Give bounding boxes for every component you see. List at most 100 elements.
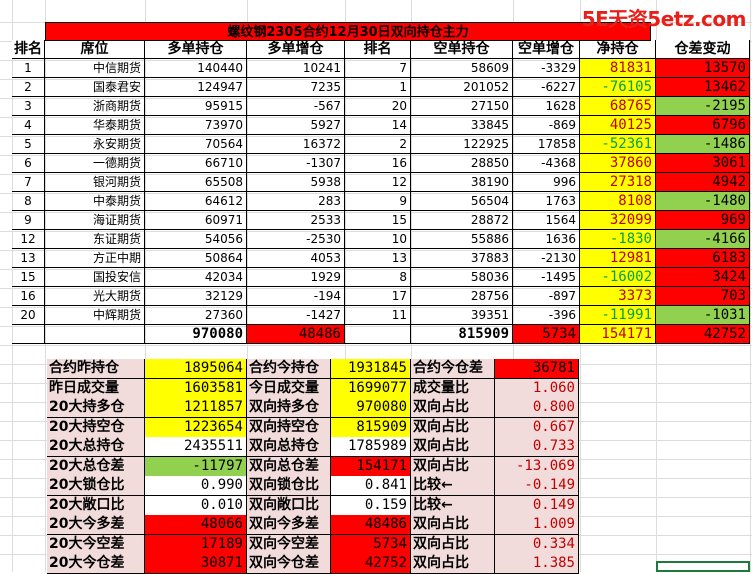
row-3-short-chg[interactable]: 1628: [513, 97, 580, 116]
row-5-long-chg[interactable]: 16372: [247, 135, 345, 154]
row-1-diff[interactable]: 13570: [656, 59, 750, 78]
row-9-short[interactable]: 28872: [411, 211, 513, 230]
row-14-net[interactable]: -11991: [580, 306, 656, 325]
row-6-long[interactable]: 66710: [145, 154, 247, 173]
summary-row-10-v1[interactable]: 17189: [145, 535, 247, 555]
row-7-long[interactable]: 65508: [145, 173, 247, 192]
summary-row-3-v2[interactable]: 970080: [331, 398, 411, 418]
summary-row-1-l3[interactable]: 合约今仓差: [411, 359, 495, 379]
row-11-rank[interactable]: 13: [12, 249, 45, 268]
summary-row-6-v2[interactable]: 154171: [331, 457, 411, 477]
summary-row-3-l1[interactable]: 20大持多仓: [47, 398, 145, 418]
spreadsheet[interactable]: 排名 席位 多单持仓 多单增仓 排名 空单持仓 空单增仓 净持仓 仓差变动 1 中信期货 140440…: [0, 0, 752, 574]
summary-row-3-l3[interactable]: 双向占比: [411, 398, 495, 418]
summary-row-10-l2[interactable]: 双向今空差: [247, 535, 331, 555]
row-7-long-chg[interactable]: 5938: [247, 173, 345, 192]
summary-row-10-l3[interactable]: 双向占比: [411, 535, 495, 555]
header-seat[interactable]: 席位: [45, 40, 145, 59]
row-2-long-chg[interactable]: 7235: [247, 78, 345, 97]
row-8-diff[interactable]: -1480: [656, 192, 750, 211]
row-8-srank[interactable]: 9: [345, 192, 411, 211]
header-long[interactable]: 多单持仓: [145, 40, 247, 59]
row-9-long[interactable]: 60971: [145, 211, 247, 230]
row-4-rank[interactable]: 4: [12, 116, 45, 135]
row-11-long-chg[interactable]: 4053: [247, 249, 345, 268]
summary-row-10-v3[interactable]: 0.334: [495, 535, 579, 555]
row-4-short[interactable]: 33845: [411, 116, 513, 135]
row-3-srank[interactable]: 20: [345, 97, 411, 116]
row-8-long-chg[interactable]: 283: [247, 192, 345, 211]
row-5-seat[interactable]: 永安期货: [45, 135, 145, 154]
summary-row-8-l1[interactable]: 20大敞口比: [47, 496, 145, 516]
summary-row-7-v3[interactable]: -0.149: [495, 476, 579, 496]
row-13-seat[interactable]: 光大期货: [45, 287, 145, 306]
row-6-net[interactable]: 37860: [580, 154, 656, 173]
row-4-net[interactable]: 40125: [580, 116, 656, 135]
row-1-short[interactable]: 58609: [411, 59, 513, 78]
row-1-seat[interactable]: 中信期货: [45, 59, 145, 78]
row-10-long-chg[interactable]: -2530: [247, 230, 345, 249]
row-11-seat[interactable]: 方正中期: [45, 249, 145, 268]
row-13-rank[interactable]: 16: [12, 287, 45, 306]
totals-blank-2[interactable]: [45, 325, 145, 344]
row-12-long-chg[interactable]: 1929: [247, 268, 345, 287]
row-14-long[interactable]: 27360: [145, 306, 247, 325]
row-4-seat[interactable]: 华泰期货: [45, 116, 145, 135]
row-1-long-chg[interactable]: 10241: [247, 59, 345, 78]
row-11-net[interactable]: 12981: [580, 249, 656, 268]
row-14-rank[interactable]: 20: [12, 306, 45, 325]
summary-row-6-l1[interactable]: 20大总仓差: [47, 457, 145, 477]
row-1-net[interactable]: 81831: [580, 59, 656, 78]
row-1-srank[interactable]: 7: [345, 59, 411, 78]
row-14-short-chg[interactable]: -396: [513, 306, 580, 325]
summary-row-8-v1[interactable]: 0.010: [145, 496, 247, 516]
summary-row-4-l1[interactable]: 20大持空仓: [47, 418, 145, 438]
summary-row-4-v2[interactable]: 815909: [331, 418, 411, 438]
row-13-short-chg[interactable]: -897: [513, 287, 580, 306]
summary-row-11-l2[interactable]: 双向今仓差: [247, 554, 331, 574]
row-4-diff[interactable]: 6796: [656, 116, 750, 135]
header-short[interactable]: 空单持仓: [411, 40, 513, 59]
summary-row-9-v3[interactable]: 1.009: [495, 515, 579, 535]
row-12-diff[interactable]: 3424: [656, 268, 750, 287]
header-rank[interactable]: 排名: [12, 40, 45, 59]
row-9-short-chg[interactable]: 1564: [513, 211, 580, 230]
summary-row-8-v2[interactable]: 0.159: [331, 496, 411, 516]
row-5-long[interactable]: 70564: [145, 135, 247, 154]
row-2-net[interactable]: -76105: [580, 78, 656, 97]
row-13-short[interactable]: 28756: [411, 287, 513, 306]
sheet-title[interactable]: 螺纹钢2305合约12月30日双向持仓主力: [45, 22, 651, 41]
summary-row-10-v2[interactable]: 5734: [331, 535, 411, 555]
totals-blank-3[interactable]: [345, 325, 411, 344]
row-14-seat[interactable]: 中辉期货: [45, 306, 145, 325]
row-10-rank[interactable]: 12: [12, 230, 45, 249]
summary-row-7-v2[interactable]: 0.841: [331, 476, 411, 496]
row-6-short-chg[interactable]: -4368: [513, 154, 580, 173]
row-5-short[interactable]: 122925: [411, 135, 513, 154]
row-8-short-chg[interactable]: 1763: [513, 192, 580, 211]
summary-row-3-v1[interactable]: 1211857: [145, 398, 247, 418]
summary-row-5-l2[interactable]: 双向总持仓: [247, 437, 331, 457]
summary-row-4-v1[interactable]: 1223654: [145, 418, 247, 438]
summary-row-3-l2[interactable]: 双向持多仓: [247, 398, 331, 418]
row-3-long[interactable]: 95915: [145, 97, 247, 116]
row-1-long[interactable]: 140440: [145, 59, 247, 78]
row-11-srank[interactable]: 13: [345, 249, 411, 268]
row-10-long[interactable]: 54056: [145, 230, 247, 249]
summary-row-5-v3[interactable]: 0.733: [495, 437, 579, 457]
total-long-change[interactable]: 48486: [247, 325, 345, 344]
row-5-rank[interactable]: 5: [12, 135, 45, 154]
row-14-diff[interactable]: -1031: [656, 306, 750, 325]
header-diff[interactable]: 仓差变动: [656, 40, 750, 59]
row-12-short-chg[interactable]: -1495: [513, 268, 580, 287]
row-13-net[interactable]: 3373: [580, 287, 656, 306]
summary-row-2-v1[interactable]: 1603581: [145, 379, 247, 399]
row-10-short-chg[interactable]: 1636: [513, 230, 580, 249]
row-3-net[interactable]: 68765: [580, 97, 656, 116]
summary-row-2-v2[interactable]: 1699077: [331, 379, 411, 399]
row-3-short[interactable]: 27150: [411, 97, 513, 116]
header-long-change[interactable]: 多单增仓: [247, 40, 345, 59]
row-2-short[interactable]: 201052: [411, 78, 513, 97]
summary-row-7-l1[interactable]: 20大锁仓比: [47, 476, 145, 496]
summary-row-3-v3[interactable]: 0.800: [495, 398, 579, 418]
